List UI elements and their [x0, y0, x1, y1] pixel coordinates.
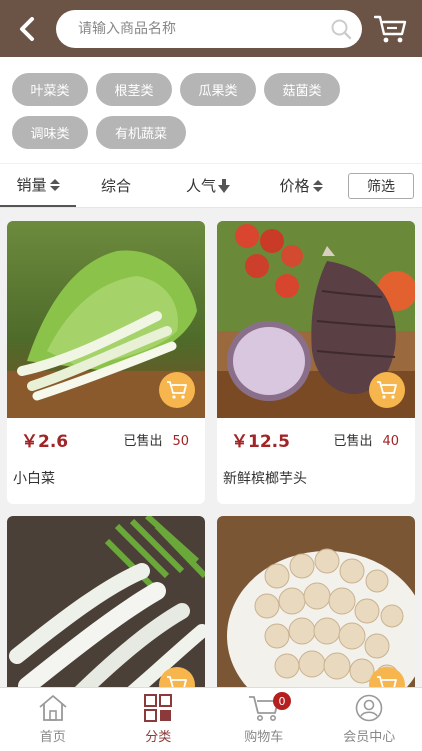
product-image-radish[interactable]: [7, 516, 205, 713]
tag-melon-fruit[interactable]: 瓜果类: [180, 73, 256, 106]
product-name[interactable]: 小白菜: [7, 460, 205, 504]
top-header: [0, 0, 422, 57]
add-to-cart-button[interactable]: [159, 372, 195, 408]
product-image-mushroom[interactable]: [217, 516, 415, 713]
product-card[interactable]: ￥12.5 已售出 40 新鲜槟榔芋头: [217, 221, 415, 504]
sort-bar: 销量 综合 人气 价格 筛选: [0, 164, 422, 208]
sort-price[interactable]: 价格: [260, 164, 342, 207]
tag-organic[interactable]: 有机蔬菜: [96, 116, 186, 149]
nav-category[interactable]: 分类: [106, 688, 212, 751]
nav-cart-label: 购物车: [244, 730, 284, 745]
bottom-nav: 首页 分类 0 购物车 会员中心: [0, 687, 422, 751]
product-image-taro[interactable]: [217, 221, 415, 418]
tag-mushroom[interactable]: 菇菌类: [264, 73, 340, 106]
sort-overall[interactable]: 综合: [76, 164, 156, 207]
home-icon: [39, 695, 67, 721]
cart-icon: [374, 15, 407, 42]
sort-price-label: 价格: [279, 177, 310, 195]
product-price: ￥2.6: [21, 431, 69, 452]
nav-home[interactable]: 首页: [0, 688, 106, 751]
product-card[interactable]: ￥2.6 已售出 50 小白菜: [7, 221, 205, 504]
sort-popularity[interactable]: 人气: [156, 164, 260, 207]
cart-icon: [167, 381, 187, 399]
product-card[interactable]: [217, 516, 415, 713]
add-to-cart-button[interactable]: [369, 372, 405, 408]
search-icon[interactable]: [330, 18, 352, 40]
user-icon: [355, 694, 383, 722]
sold-count: 已售出 50: [123, 433, 189, 449]
nav-cart[interactable]: 0 购物车: [211, 688, 317, 751]
header-cart-button[interactable]: [372, 12, 410, 46]
tag-seasoning[interactable]: 调味类: [12, 116, 88, 149]
nav-member-label: 会员中心: [343, 730, 396, 745]
product-meta: ￥12.5 已售出 40: [217, 418, 415, 460]
search-bar[interactable]: [56, 9, 362, 48]
sort-toggle-icon: [49, 178, 60, 191]
cart-icon: [377, 381, 397, 399]
sort-overall-label: 综合: [100, 177, 131, 195]
product-image-bok-choy[interactable]: [7, 221, 205, 418]
sold-count: 已售出 40: [333, 433, 399, 449]
sort-popularity-label: 人气: [185, 177, 216, 195]
chevron-left-icon: [20, 16, 34, 41]
nav-member[interactable]: 会员中心: [317, 688, 422, 751]
product-price: ￥12.5: [231, 431, 290, 452]
filter-button[interactable]: 筛选: [348, 172, 414, 199]
sort-sales[interactable]: 销量: [0, 164, 76, 207]
nav-home-label: 首页: [39, 730, 66, 745]
search-input[interactable]: [78, 20, 330, 37]
arrow-down-icon: [218, 178, 230, 193]
tag-leafy[interactable]: 叶菜类: [12, 73, 88, 106]
category-tags: 叶菜类 根茎类 瓜果类 菇菌类 调味类 有机蔬菜: [0, 57, 422, 163]
nav-category-label: 分类: [145, 730, 172, 745]
product-grid: ￥2.6 已售出 50 小白菜 ￥12.5 已售出 40 新鲜槟榔芋头: [0, 208, 422, 713]
product-meta: ￥2.6 已售出 50: [7, 418, 205, 460]
cart-count-badge: 0: [273, 692, 291, 710]
product-card[interactable]: [7, 516, 205, 713]
sort-toggle-icon: [312, 179, 323, 192]
tag-root[interactable]: 根茎类: [96, 73, 172, 106]
sort-sales-label: 销量: [16, 176, 47, 194]
product-name[interactable]: 新鲜槟榔芋头: [217, 460, 415, 504]
category-grid-icon: [144, 694, 173, 722]
back-button[interactable]: [12, 14, 42, 44]
